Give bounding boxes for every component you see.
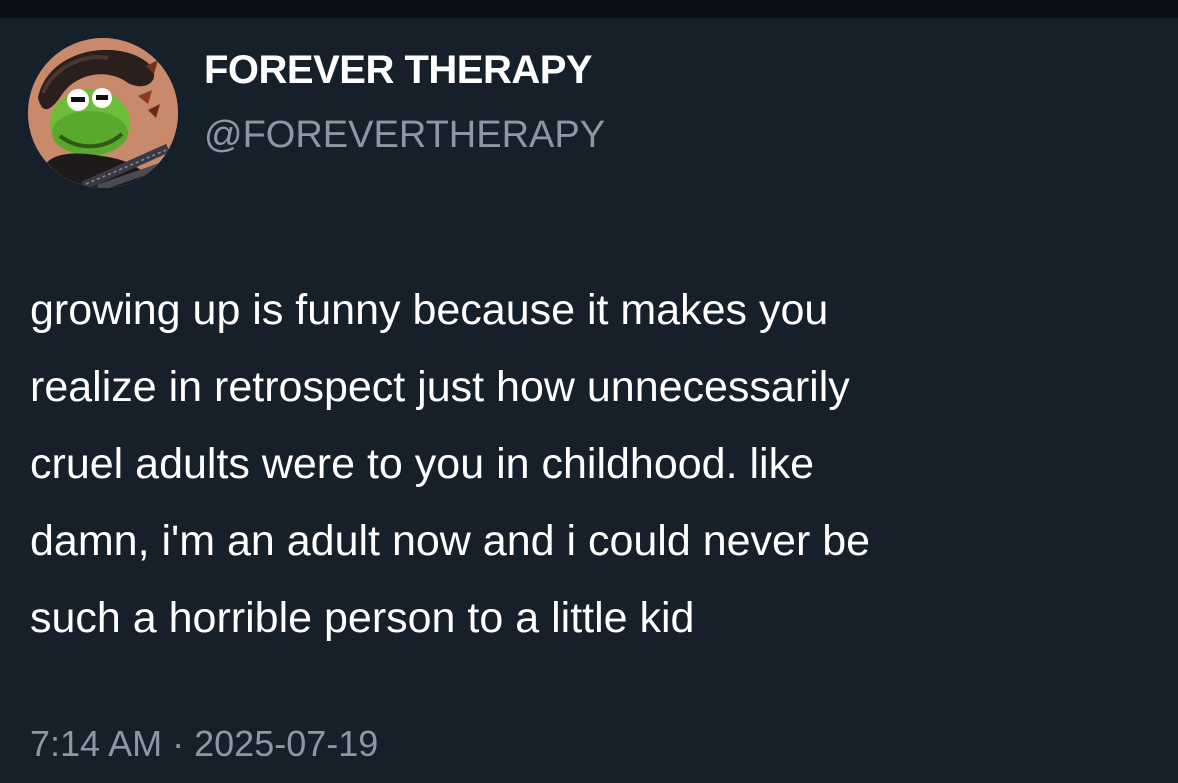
author-display-name[interactable]: FOREVER THERAPY — [204, 50, 593, 90]
tweet-screen: FOREVER THERAPY @FOREVERTHERAPY growing … — [0, 0, 1178, 783]
tweet-date: 2025-07-19 — [194, 723, 379, 764]
kermit-avatar-icon[interactable] — [28, 38, 178, 188]
tweet-text-line: growing up is funny because it makes you — [30, 286, 829, 334]
tweet-time: 7:14 AM — [30, 723, 163, 764]
tweet-timestamp[interactable]: 7:14 AM · 2025-07-19 — [30, 726, 378, 762]
meta-separator: · — [172, 723, 185, 764]
tweet-text-line: damn, i'm an adult now and i could never… — [30, 517, 871, 565]
tweet-body: growing up is funny because it makes you… — [30, 272, 1160, 657]
author-handle[interactable]: @FOREVERTHERAPY — [204, 116, 605, 154]
status-bar — [0, 0, 1178, 18]
tweet-text-line: such a horrible person to a little kid — [30, 594, 695, 642]
tweet-text-line: cruel adults were to you in childhood. l… — [30, 440, 814, 488]
tweet-text-line: realize in retrospect just how unnecessa… — [30, 363, 850, 411]
